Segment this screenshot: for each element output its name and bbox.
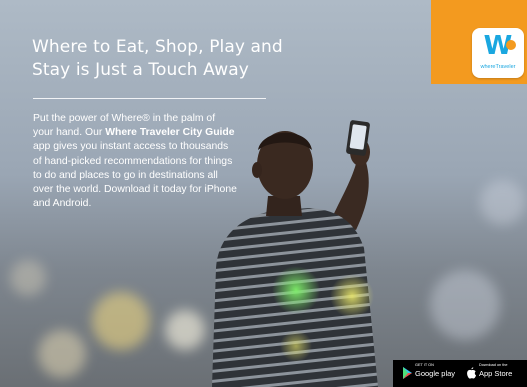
google-play-icon xyxy=(403,367,412,379)
app-promo-ad: Where to Eat, Shop, Play and Stay is Jus… xyxy=(0,0,527,387)
body-text: app gives you instant access to thousand… xyxy=(33,141,237,210)
logo-dot-icon xyxy=(506,40,516,50)
google-badge-caption: GET IT ON xyxy=(415,363,434,367)
app-store-badge[interactable]: Download on the App Store xyxy=(466,363,522,383)
logo-mark: W xyxy=(483,31,513,61)
apple-badge-caption: Download on the xyxy=(479,363,508,367)
divider xyxy=(33,98,266,99)
headline: Where to Eat, Shop, Play and Stay is Jus… xyxy=(32,37,283,80)
google-badge-title: Google play xyxy=(415,369,456,378)
ad-body-copy: Put the power of Where® in the palm of y… xyxy=(33,112,238,211)
apple-icon xyxy=(467,367,476,379)
google-play-badge[interactable]: GET IT ON Google play xyxy=(402,363,460,383)
where-traveler-logo: W whereTraveler xyxy=(472,28,524,78)
apple-badge-title: App Store xyxy=(479,369,513,378)
logo-wordmark: whereTraveler xyxy=(480,64,516,70)
app-name: Where Traveler City Guide xyxy=(105,127,235,139)
